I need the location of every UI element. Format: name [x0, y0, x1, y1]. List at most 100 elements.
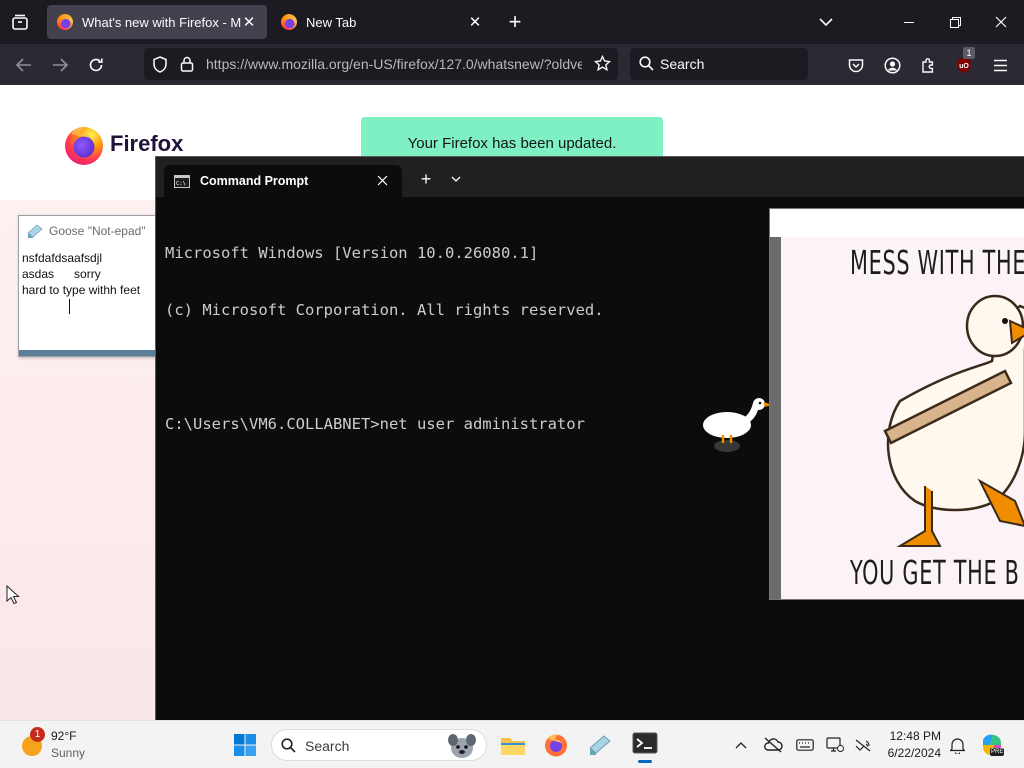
- tab-close-icon[interactable]: ✕: [467, 13, 483, 31]
- weather-temperature[interactable]: 92°F: [51, 729, 76, 743]
- terminal-tab-command-prompt[interactable]: C:\ Command Prompt: [164, 165, 402, 197]
- firefox-tab-bar: What's new with Firefox - More ✕ New Tab…: [0, 0, 1024, 44]
- notepad-icon: [27, 224, 43, 238]
- notepad-line: nsfdafdsaafsdjl: [22, 251, 103, 265]
- notifications-button[interactable]: [946, 734, 968, 756]
- goose-meme-image[interactable]: MESS WITH THE H YOU GET THE B: [769, 208, 1024, 600]
- close-icon: [995, 16, 1007, 28]
- firefox-favicon-icon: [281, 14, 297, 30]
- list-all-tabs-button[interactable]: [8, 10, 32, 34]
- minimize-button[interactable]: [886, 0, 932, 44]
- firefox-favicon-icon: [57, 14, 73, 30]
- chevron-up-icon: [735, 742, 747, 749]
- url-text[interactable]: https://www.mozilla.org/en-US/firefox/12…: [206, 56, 582, 72]
- windows-logo-icon: [234, 734, 256, 756]
- close-icon[interactable]: [377, 175, 388, 186]
- clock-date[interactable]: 6/22/2024: [885, 746, 941, 760]
- taskbar-firefox[interactable]: [540, 729, 572, 761]
- cloud-off-icon: [764, 737, 783, 753]
- pre-release-label: PRE: [990, 748, 1005, 756]
- address-bar[interactable]: https://www.mozilla.org/en-US/firefox/12…: [144, 48, 618, 80]
- terminal-tab-title: Command Prompt: [200, 174, 309, 188]
- back-button[interactable]: [12, 53, 36, 77]
- search-icon: [639, 56, 654, 71]
- terminal-line: (c) Microsoft Corporation. All rights re…: [165, 301, 604, 319]
- notepad-icon: [589, 735, 611, 755]
- terminal-profiles-dropdown[interactable]: [446, 169, 466, 189]
- notepad-line: hard to type withh feet: [22, 283, 141, 297]
- minimize-icon: [904, 21, 914, 23]
- pocket-button[interactable]: [844, 53, 868, 77]
- tab-manager-icon: [12, 14, 28, 30]
- extensions-button[interactable]: [916, 53, 940, 77]
- monitor-icon: [826, 737, 844, 752]
- terminal-tab-bar: C:\ Command Prompt +: [156, 157, 1024, 197]
- lock-icon[interactable]: [180, 56, 194, 72]
- terminal-output[interactable]: Microsoft Windows [Version 10.0.26080.1]…: [165, 206, 604, 472]
- shield-icon[interactable]: [152, 56, 168, 73]
- puzzle-icon: [921, 57, 933, 73]
- tray-keyboard[interactable]: [794, 734, 816, 756]
- firefox-nav-bar: https://www.mozilla.org/en-US/firefox/12…: [0, 44, 1024, 85]
- reload-icon: [89, 58, 103, 72]
- tray-cloud-offline[interactable]: [762, 734, 784, 756]
- copilot-button[interactable]: PRE: [978, 731, 1006, 759]
- network-volume-icon: [855, 739, 871, 752]
- search-bar[interactable]: Search: [630, 48, 808, 80]
- active-app-indicator: [638, 760, 652, 763]
- firefox-wordmark[interactable]: Firefox: [110, 131, 183, 157]
- reload-button[interactable]: [84, 53, 108, 77]
- taskbar-terminal[interactable]: [628, 727, 662, 763]
- arrow-left-icon: [16, 58, 31, 72]
- taskbar-goose-notepad[interactable]: [584, 729, 616, 761]
- firefox-icon: [545, 734, 567, 757]
- tab-label: What's new with Firefox - More: [82, 14, 241, 30]
- extension-badge: 1: [963, 47, 975, 59]
- app-menu-button[interactable]: [988, 53, 1012, 77]
- bell-icon: [949, 737, 965, 754]
- restore-button[interactable]: [932, 0, 978, 44]
- cmd-icon: C:\: [174, 175, 190, 188]
- notepad-line: asdas sorry: [22, 267, 101, 281]
- meme-top-band: [770, 209, 1024, 237]
- forward-button[interactable]: [48, 53, 72, 77]
- svg-text:C:\: C:\: [176, 181, 186, 187]
- chevron-down-icon: [819, 18, 833, 27]
- start-button[interactable]: [229, 729, 261, 761]
- new-terminal-tab-button[interactable]: +: [416, 169, 436, 189]
- ublock-extension-button[interactable]: uO 1: [952, 47, 976, 77]
- meme-top-text: MESS WITH THE H: [850, 243, 1024, 282]
- tab-whats-new[interactable]: What's new with Firefox - More ✕: [47, 5, 267, 39]
- meme-left-border: [770, 237, 781, 599]
- plus-icon: +: [420, 168, 432, 189]
- tab-label: New Tab: [306, 14, 357, 30]
- meme-bottom-text: YOU GET THE B: [850, 553, 1020, 592]
- new-tab-button[interactable]: +: [503, 9, 527, 34]
- weather-description[interactable]: Sunny: [51, 746, 85, 760]
- bookmark-star-icon[interactable]: [594, 55, 611, 72]
- taskbar-file-explorer[interactable]: [497, 729, 529, 761]
- tray-network[interactable]: [852, 734, 874, 756]
- terminal-icon: [632, 732, 658, 754]
- firefox-logo-icon[interactable]: [63, 124, 105, 166]
- search-input[interactable]: Search: [660, 56, 704, 72]
- hamburger-menu-icon: [993, 59, 1007, 71]
- desktop-goose[interactable]: [701, 395, 773, 455]
- account-button[interactable]: [880, 53, 904, 77]
- mouse-cursor-icon: [6, 585, 20, 605]
- tray-display[interactable]: [824, 734, 846, 756]
- keyboard-icon: [796, 739, 814, 751]
- tab-new-tab[interactable]: New Tab ✕: [271, 5, 493, 39]
- taskbar-search-input[interactable]: Search: [305, 738, 349, 754]
- goose-with-knife-illustration: [883, 294, 1024, 547]
- show-hidden-icons-button[interactable]: [733, 735, 749, 755]
- close-window-button[interactable]: [978, 0, 1024, 44]
- notepad-text-area[interactable]: nsfdafdsaafsdjl asdas sorry hard to type…: [22, 250, 140, 314]
- tab-list-dropdown[interactable]: [814, 10, 838, 34]
- account-icon: [883, 56, 901, 74]
- taskbar-search-box[interactable]: Search: [271, 729, 487, 761]
- clock-time[interactable]: 12:48 PM: [885, 729, 941, 743]
- notepad-title: Goose "Not-epad": [49, 224, 146, 238]
- tab-close-icon[interactable]: ✕: [241, 13, 257, 31]
